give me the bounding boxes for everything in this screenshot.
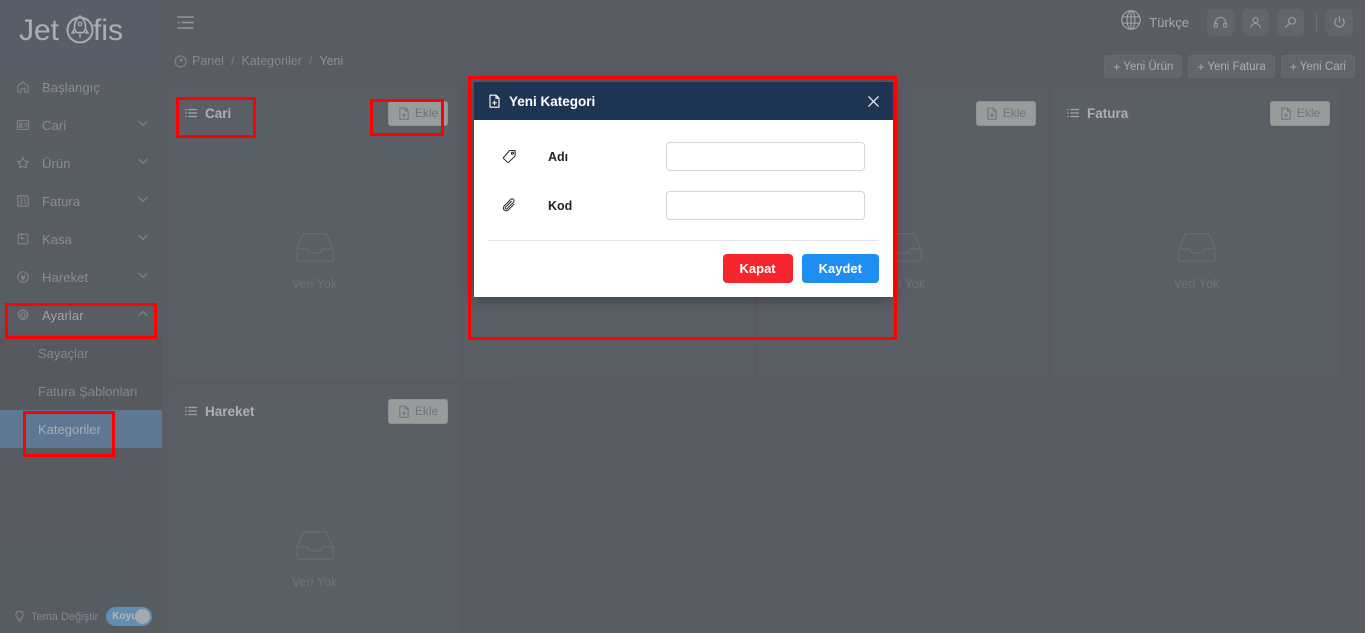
modal-footer: Kapat Kaydet — [488, 240, 879, 297]
tag-icon — [502, 149, 526, 164]
file-plus-icon — [488, 94, 501, 108]
app-root: Jet fis Başlangıç — [0, 0, 1365, 633]
close-button[interactable]: Kapat — [722, 254, 793, 283]
paperclip-icon — [502, 198, 526, 213]
field-kod: Kod — [502, 191, 865, 220]
field-label-kod: Kod — [548, 198, 573, 213]
field-adi: Adı — [502, 142, 865, 171]
save-button[interactable]: Kaydet — [801, 254, 879, 283]
new-category-modal: Yeni Kategori Adı Kod Kapat Kaydet — [474, 82, 893, 297]
modal-header: Yeni Kategori — [474, 82, 893, 120]
modal-body: Adı Kod — [474, 120, 893, 220]
adi-input[interactable] — [666, 142, 865, 171]
close-icon[interactable] — [866, 94, 881, 109]
field-label-adi: Adı — [548, 149, 569, 164]
kod-input[interactable] — [666, 191, 865, 220]
modal-title: Yeni Kategori — [509, 93, 596, 109]
